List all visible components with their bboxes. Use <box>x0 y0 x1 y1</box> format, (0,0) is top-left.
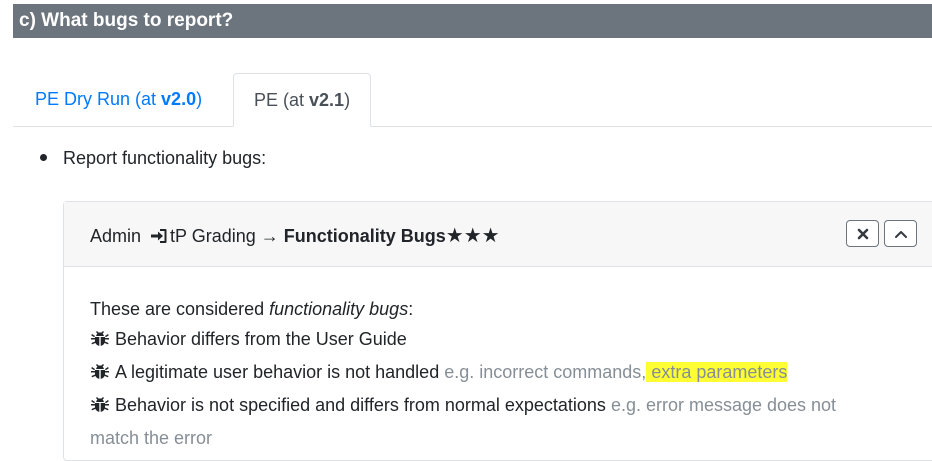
bug-item: Behavior is not specified and differs fr… <box>90 390 932 423</box>
bug-icon <box>90 327 110 357</box>
bug-icon <box>90 393 110 423</box>
crumb-grading: tP Grading → <box>170 226 279 246</box>
tab-bar: PE Dry Run (at v2.0) PE (at v2.1) <box>13 73 932 127</box>
crumb-admin: Admin <box>90 226 142 246</box>
highlighted-text: extra parameters <box>646 362 788 382</box>
section-header: c) What bugs to report? <box>13 4 932 38</box>
rating-stars: ★★★ <box>445 225 500 247</box>
bug-icon <box>90 360 110 390</box>
bug-item: A legitimate user behavior is not handle… <box>90 357 932 390</box>
crumb-title: Functionality Bugs <box>283 226 446 246</box>
card-body: These are considered functionality bugs:… <box>90 294 932 453</box>
bullet-item: Report functionality bugs: <box>40 148 266 169</box>
bullet-text: Report functionality bugs: <box>63 148 267 168</box>
bug-item-continuation: match the error <box>90 428 213 448</box>
section-title: c) What bugs to report? <box>19 10 234 31</box>
collapse-button[interactable] <box>884 220 917 247</box>
chevron-up-icon <box>894 230 907 238</box>
bug-item: Behavior differs from the User Guide <box>90 324 932 357</box>
bullet-dot <box>40 153 47 161</box>
functionality-bugs-card: Admin tP Grading → Functionality Bugs★★★… <box>63 201 932 461</box>
card-breadcrumb: Admin tP Grading → Functionality Bugs★★★ <box>90 223 500 250</box>
intro-line: These are considered functionality bugs: <box>90 299 414 319</box>
close-button[interactable] <box>846 220 879 247</box>
tab-pe[interactable]: PE (at v2.1) <box>233 73 372 127</box>
sign-in-icon <box>150 227 168 250</box>
tab-pe-dry-run[interactable]: PE Dry Run (at v2.0) <box>15 73 222 126</box>
close-icon <box>857 228 868 239</box>
card-header: Admin tP Grading → Functionality Bugs★★★ <box>64 202 932 267</box>
